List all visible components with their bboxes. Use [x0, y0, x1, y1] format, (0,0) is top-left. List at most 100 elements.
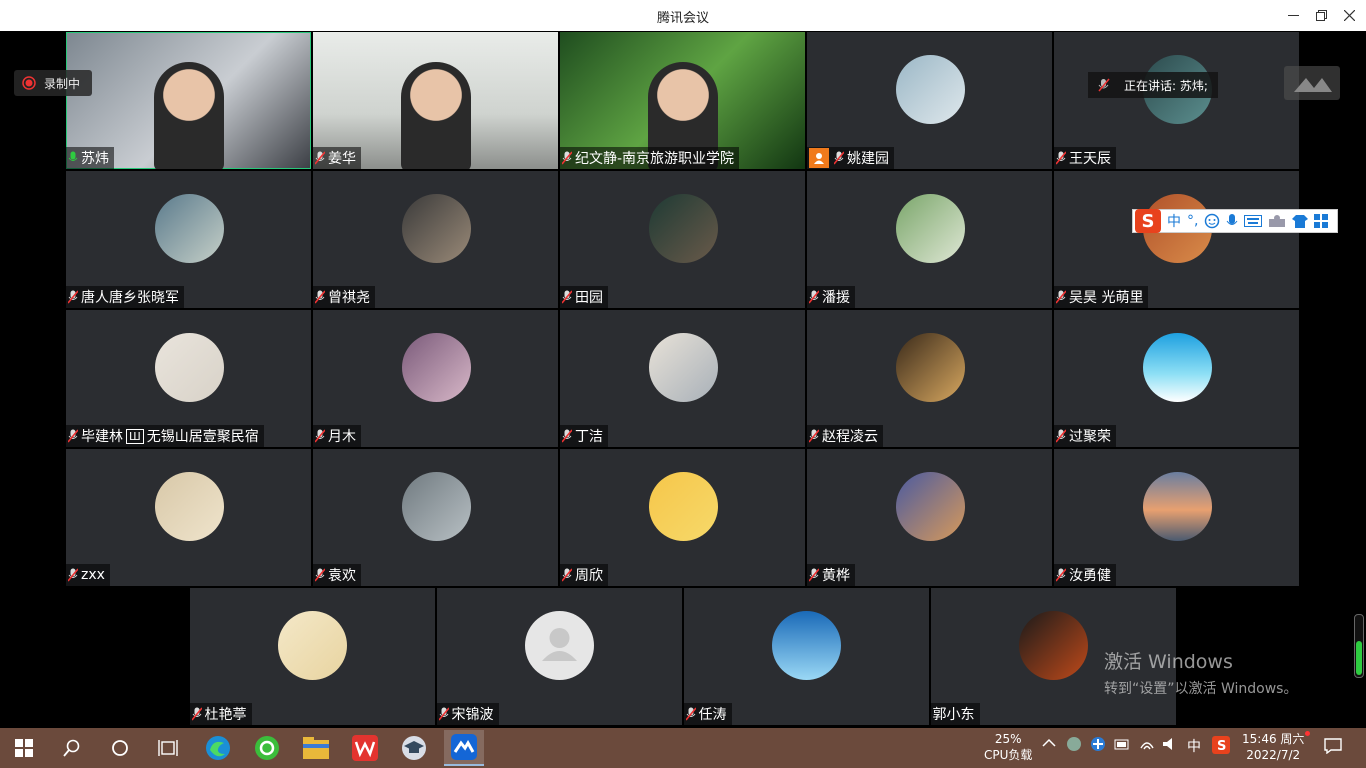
participant-name: 田园 [575, 290, 603, 306]
mic-muted-icon [1098, 78, 1110, 92]
wps-icon [352, 735, 378, 761]
avatar [154, 194, 224, 263]
participant-name-suffix: 无锡山居壹聚民宿 [146, 429, 259, 445]
recording-indicator[interactable]: 录制中 [14, 70, 93, 96]
participant-name: 宋锦波 [451, 707, 494, 723]
notification-dot [1305, 731, 1310, 736]
task-view-button[interactable] [152, 732, 184, 764]
participant-tile[interactable]: zxx [66, 449, 311, 586]
start-button[interactable] [8, 732, 40, 764]
mic-muted-icon [315, 429, 325, 443]
participant-tile[interactable]: 毕建林 Ш 无锡山居壹聚民宿 [66, 310, 311, 447]
participant-tile[interactable]: 黄桦 [807, 449, 1052, 586]
participant-tile[interactable]: 过聚荣 [1054, 310, 1299, 447]
participant-tile[interactable]: 宋锦波 [436, 588, 682, 725]
participant-tile[interactable]: 汝勇健 [1054, 449, 1299, 586]
participant-name: 赵程凌云 [822, 429, 878, 445]
participant-tile[interactable]: 唐人唐乡张晓军 [66, 171, 311, 308]
avatar [895, 472, 965, 541]
participant-name: 过聚荣 [1069, 429, 1111, 445]
system-clock[interactable]: 15:46 周六 2022/7/2 [1242, 731, 1304, 763]
participant-nametag: 苏炜 [66, 147, 114, 169]
participant-tile[interactable]: 田园 [560, 171, 805, 308]
tray-sogou[interactable]: S [1212, 736, 1230, 758]
participant-tile[interactable]: 吴昊 光萌里 [1054, 171, 1299, 308]
tray-volume[interactable] [1162, 736, 1178, 756]
participant-name: 吴昊 光萌里 [1069, 290, 1144, 306]
participant-tile[interactable]: 月木 [313, 310, 558, 447]
avatar [648, 472, 718, 541]
participant-tile[interactable]: 姚建园 [807, 32, 1052, 169]
mic-muted-icon [191, 707, 202, 721]
participant-video-tile[interactable]: 纪文静-南京旅游职业学院 [560, 32, 805, 169]
participant-nametag: 汝勇健 [1054, 564, 1116, 586]
cortana-button[interactable] [104, 732, 136, 764]
toolbox-icon[interactable] [1268, 214, 1286, 228]
mic-muted-icon [315, 568, 325, 582]
taskbar-360-browser[interactable] [251, 732, 283, 764]
speaking-indicator: 正在讲话: 苏炜; [1088, 72, 1218, 98]
close-button[interactable] [1326, 0, 1366, 31]
ime-punct[interactable]: °, [1187, 213, 1198, 229]
participant-nametag: 月木 [313, 425, 361, 447]
taskbar-edge[interactable] [202, 732, 234, 764]
participant-nametag: 赵程凌云 [807, 425, 883, 447]
mic-muted-icon [1056, 151, 1066, 165]
participant-nametag: 宋锦波 [436, 703, 499, 725]
participant-video-tile[interactable]: 苏炜 [66, 32, 311, 169]
grid-menu-icon[interactable] [1314, 214, 1329, 228]
tray-battery[interactable] [1114, 736, 1130, 756]
taskbar: 25% CPU负载 中 S 15:46 周六 2022/7/2 [0, 728, 1366, 768]
clock-time: 15:46 周六 [1242, 732, 1305, 746]
skin-icon[interactable] [1292, 214, 1309, 228]
participant-tile[interactable]: 丁洁 [560, 310, 805, 447]
minimize-icon [1287, 14, 1299, 16]
search-button[interactable] [56, 732, 88, 764]
ime-toolbar[interactable]: S 中 °, [1132, 209, 1338, 233]
participant-tile[interactable]: 袁欢 [313, 449, 558, 586]
tray-expand-button[interactable] [1042, 736, 1056, 752]
voice-icon[interactable] [1226, 213, 1238, 229]
participant-name: 丁洁 [575, 429, 603, 445]
volume-meter[interactable] [1354, 614, 1364, 678]
ime-mode[interactable]: 中 [1167, 211, 1181, 231]
participant-nametag: 任涛 [683, 703, 732, 725]
participant-tile[interactable]: 王天辰 [1054, 32, 1299, 169]
participant-nametag: 袁欢 [313, 564, 361, 586]
participant-name: 姜华 [328, 151, 356, 167]
video-feed [400, 62, 471, 169]
layout-toggle-button[interactable] [1284, 66, 1340, 100]
participant-nametag: 纪文静-南京旅游职业学院 [560, 147, 740, 169]
participant-tile[interactable]: 周欣 [560, 449, 805, 586]
keyboard-icon[interactable] [1244, 215, 1263, 227]
participant-nametag: 田园 [560, 286, 608, 308]
mic-muted-icon [68, 568, 78, 582]
cortana-icon [112, 740, 128, 756]
tray-network[interactable] [1139, 736, 1155, 756]
browser-360-icon [255, 736, 279, 760]
participant-tile[interactable]: 赵程凌云 [807, 310, 1052, 447]
participant-video-tile[interactable]: 姜华 [313, 32, 558, 169]
speaking-label: 正在讲话: 苏炜; [1124, 78, 1208, 93]
mic-muted-icon [562, 568, 572, 582]
tray-ime-lang[interactable]: 中 [1187, 736, 1201, 756]
avatar [525, 611, 594, 680]
participant-name: 纪文静-南京旅游职业学院 [575, 151, 735, 167]
participant-tile[interactable]: 任涛 [683, 588, 929, 725]
participant-nametag: 潘援 [807, 286, 855, 308]
cpu-monitor[interactable]: 25% CPU负载 [984, 731, 1032, 763]
participant-tile[interactable]: 潘援 [807, 171, 1052, 308]
participant-tile[interactable]: 杜艳葶 [189, 588, 435, 725]
taskbar-file-explorer[interactable] [300, 732, 332, 764]
participant-tile[interactable]: 曾祺尧 [313, 171, 558, 308]
avatar [401, 194, 471, 263]
tray-app-2[interactable] [1090, 736, 1106, 756]
emoji-icon[interactable] [1204, 213, 1220, 229]
taskbar-tencent-meeting[interactable] [444, 730, 484, 766]
mic-muted-icon [562, 290, 572, 304]
mic-muted-icon [809, 568, 819, 582]
tray-app-1[interactable] [1066, 736, 1082, 756]
action-center-button[interactable] [1324, 738, 1342, 758]
taskbar-wps[interactable] [349, 732, 381, 764]
taskbar-app-cap[interactable] [398, 732, 430, 764]
